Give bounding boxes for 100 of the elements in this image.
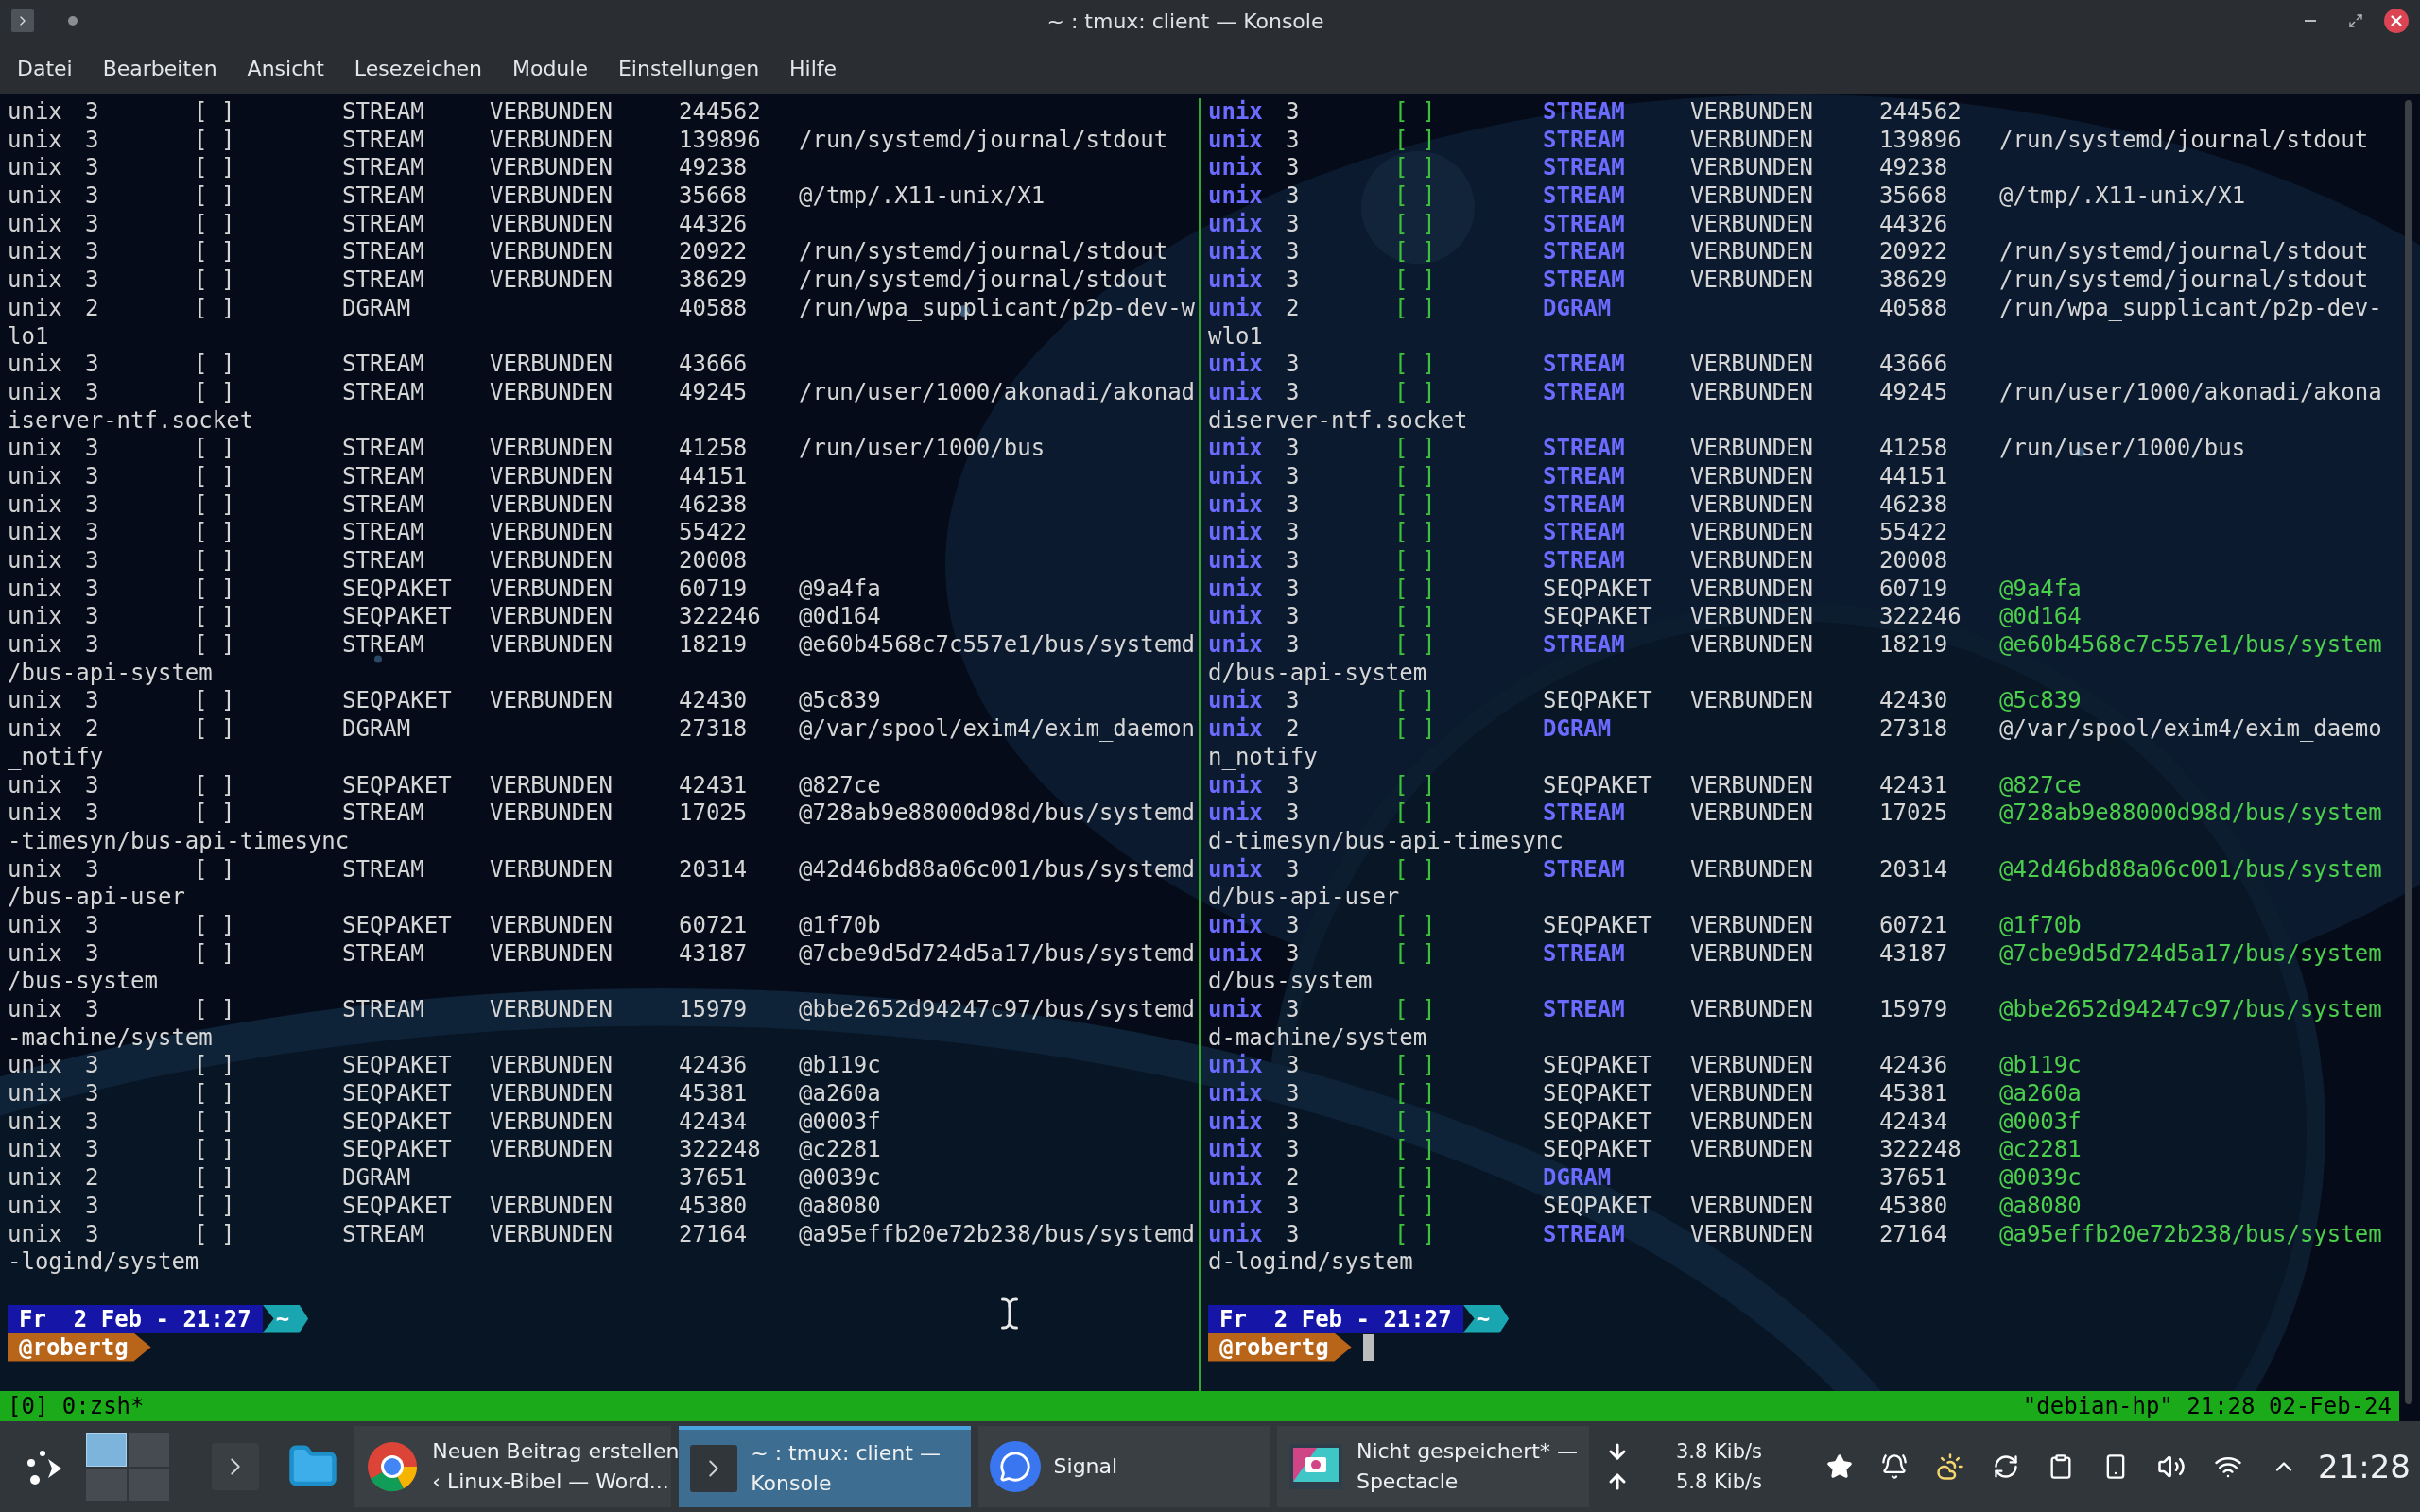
socket-path: @1f70b: [799, 911, 882, 940]
socket-flags: [ ]: [194, 126, 236, 155]
socket-state: VERBUNDEN: [490, 519, 614, 547]
socket-flags: [ ]: [194, 294, 236, 323]
task-button[interactable]: Signal: [977, 1426, 1270, 1507]
camera-icon: [1288, 1443, 1343, 1490]
ref-count: 2: [85, 1164, 100, 1193]
ref-count: 3: [1286, 771, 1301, 800]
socket-path: @5c839: [1999, 687, 2083, 716]
ref-count: 3: [85, 855, 100, 885]
task-subtitle: Konsole: [751, 1470, 833, 1497]
inode-number: 42436: [1879, 1052, 1949, 1081]
socket-type: STREAM: [342, 996, 425, 1024]
ref-count: 3: [1286, 1136, 1301, 1165]
socket-state: VERBUNDEN: [490, 182, 614, 211]
ref-count: 3: [1286, 939, 1301, 969]
socket-path: @827ce: [799, 771, 882, 800]
menu-item[interactable]: Ansicht: [233, 47, 337, 89]
socket-protocol: unix: [1208, 1220, 1264, 1249]
ref-count: 3: [85, 98, 100, 127]
socket-state: VERBUNDEN: [490, 210, 614, 239]
socket-flags: [ ]: [1394, 126, 1437, 155]
socket-protocol: unix: [1208, 126, 1264, 155]
socket-type: STREAM: [342, 799, 425, 828]
browser-icon: [366, 1440, 420, 1493]
task-button[interactable]: Nicht gespeichert* — Spectacle: [1276, 1426, 1589, 1507]
task-button[interactable]: ~ : tmux: client — Konsole: [679, 1426, 971, 1507]
socket-type: STREAM: [342, 238, 425, 267]
socket-protocol: unix: [8, 351, 63, 379]
inode-number: 45380: [679, 1192, 749, 1221]
inode-number: 38629: [1879, 266, 1949, 295]
inode-number: 49238: [1879, 154, 1949, 183]
menu-item[interactable]: Bearbeiten: [89, 47, 231, 89]
menu-item[interactable]: Hilfe: [776, 47, 851, 89]
task-title: Neuen Beitrag erstellen: [432, 1438, 680, 1465]
menu-item[interactable]: Einstellungen: [604, 47, 773, 89]
socket-path: @e60b4568c7c557e1/bus/system: [1999, 631, 2383, 660]
inode-number: 45381: [1879, 1080, 1949, 1108]
inode-number: 27318: [1879, 715, 1949, 744]
socket-state: VERBUNDEN: [1690, 98, 1815, 127]
socket-protocol: unix: [1208, 435, 1264, 463]
update-icon[interactable]: [1993, 1453, 2019, 1480]
socket-state: VERBUNDEN: [490, 939, 614, 969]
socket-protocol: unix: [1208, 799, 1264, 828]
socket-type: STREAM: [1543, 378, 1626, 407]
inode-number: 322246: [1879, 603, 1962, 632]
path-continuation: -logind/system: [8, 1248, 199, 1276]
star-icon[interactable]: [1826, 1453, 1853, 1480]
close-button[interactable]: [2384, 9, 2409, 33]
socket-protocol: unix: [1208, 519, 1264, 547]
path-continuation: -timesyn/bus-api-timesync: [8, 827, 350, 854]
socket-path: @bbe2652d94247c97/bus/system: [1999, 996, 2383, 1024]
ref-count: 3: [85, 154, 100, 183]
menu-item[interactable]: Lesezeichen: [340, 47, 495, 89]
socket-flags: [ ]: [194, 182, 236, 211]
socket-protocol: unix: [8, 154, 63, 183]
socket-protocol: unix: [1208, 1136, 1264, 1165]
socket-flags: [ ]: [1394, 1108, 1437, 1137]
socket-protocol: unix: [8, 687, 63, 716]
inode-number: 38629: [679, 266, 749, 295]
socket-protocol: unix: [8, 939, 63, 969]
desktop-pager[interactable]: [86, 1433, 169, 1501]
socket-path: @9a4fa: [1999, 575, 2083, 604]
maximize-icon: [2348, 13, 2363, 28]
socket-state: VERBUNDEN: [1690, 182, 1815, 211]
socket-path: @7cbe9d5d724d5a17/bus/system: [1999, 939, 2383, 969]
socket-flags: [ ]: [1394, 631, 1437, 660]
socket-protocol: unix: [8, 1136, 63, 1165]
socket-state: VERBUNDEN: [490, 603, 614, 632]
socket-protocol: unix: [8, 210, 63, 239]
socket-state: VERBUNDEN: [1690, 378, 1815, 407]
weather-icon[interactable]: [1936, 1452, 1964, 1481]
ref-count: 3: [1286, 126, 1301, 155]
socket-type: STREAM: [1543, 490, 1626, 520]
ref-count: 3: [85, 378, 100, 407]
prompt-date: Fr 2 Feb - 21:27: [1208, 1304, 1463, 1333]
inode-number: 44151: [679, 462, 749, 491]
inode-number: 20922: [1879, 238, 1949, 267]
socket-flags: [ ]: [1394, 715, 1437, 744]
socket-path: @/var/spool/exim4/exim_daemo: [1999, 715, 2383, 744]
menu-item[interactable]: Module: [498, 47, 601, 89]
socket-state: VERBUNDEN: [490, 238, 614, 267]
socket-flags: [ ]: [194, 1192, 236, 1221]
socket-protocol: unix: [1208, 603, 1264, 632]
alarm-icon[interactable]: [1881, 1453, 1908, 1480]
socket-type: SEQPAKET: [1543, 1052, 1653, 1081]
socket-state: VERBUNDEN: [490, 771, 614, 800]
inode-number: 27164: [1879, 1220, 1949, 1249]
path-continuation: d/bus-system: [1208, 968, 1373, 995]
ref-count: 3: [85, 462, 100, 491]
socket-type: SEQPAKET: [342, 1052, 453, 1081]
menu-item[interactable]: Datei: [4, 47, 86, 89]
socket-protocol: unix: [1208, 238, 1264, 267]
socket-type: STREAM: [1543, 939, 1626, 969]
socket-flags: [ ]: [1394, 154, 1437, 183]
clock[interactable]: 21:28: [2318, 1442, 2411, 1491]
socket-state: VERBUNDEN: [490, 631, 614, 660]
socket-protocol: unix: [8, 1220, 63, 1249]
socket-type: SEQPAKET: [1543, 1192, 1653, 1221]
socket-protocol: unix: [1208, 266, 1264, 295]
